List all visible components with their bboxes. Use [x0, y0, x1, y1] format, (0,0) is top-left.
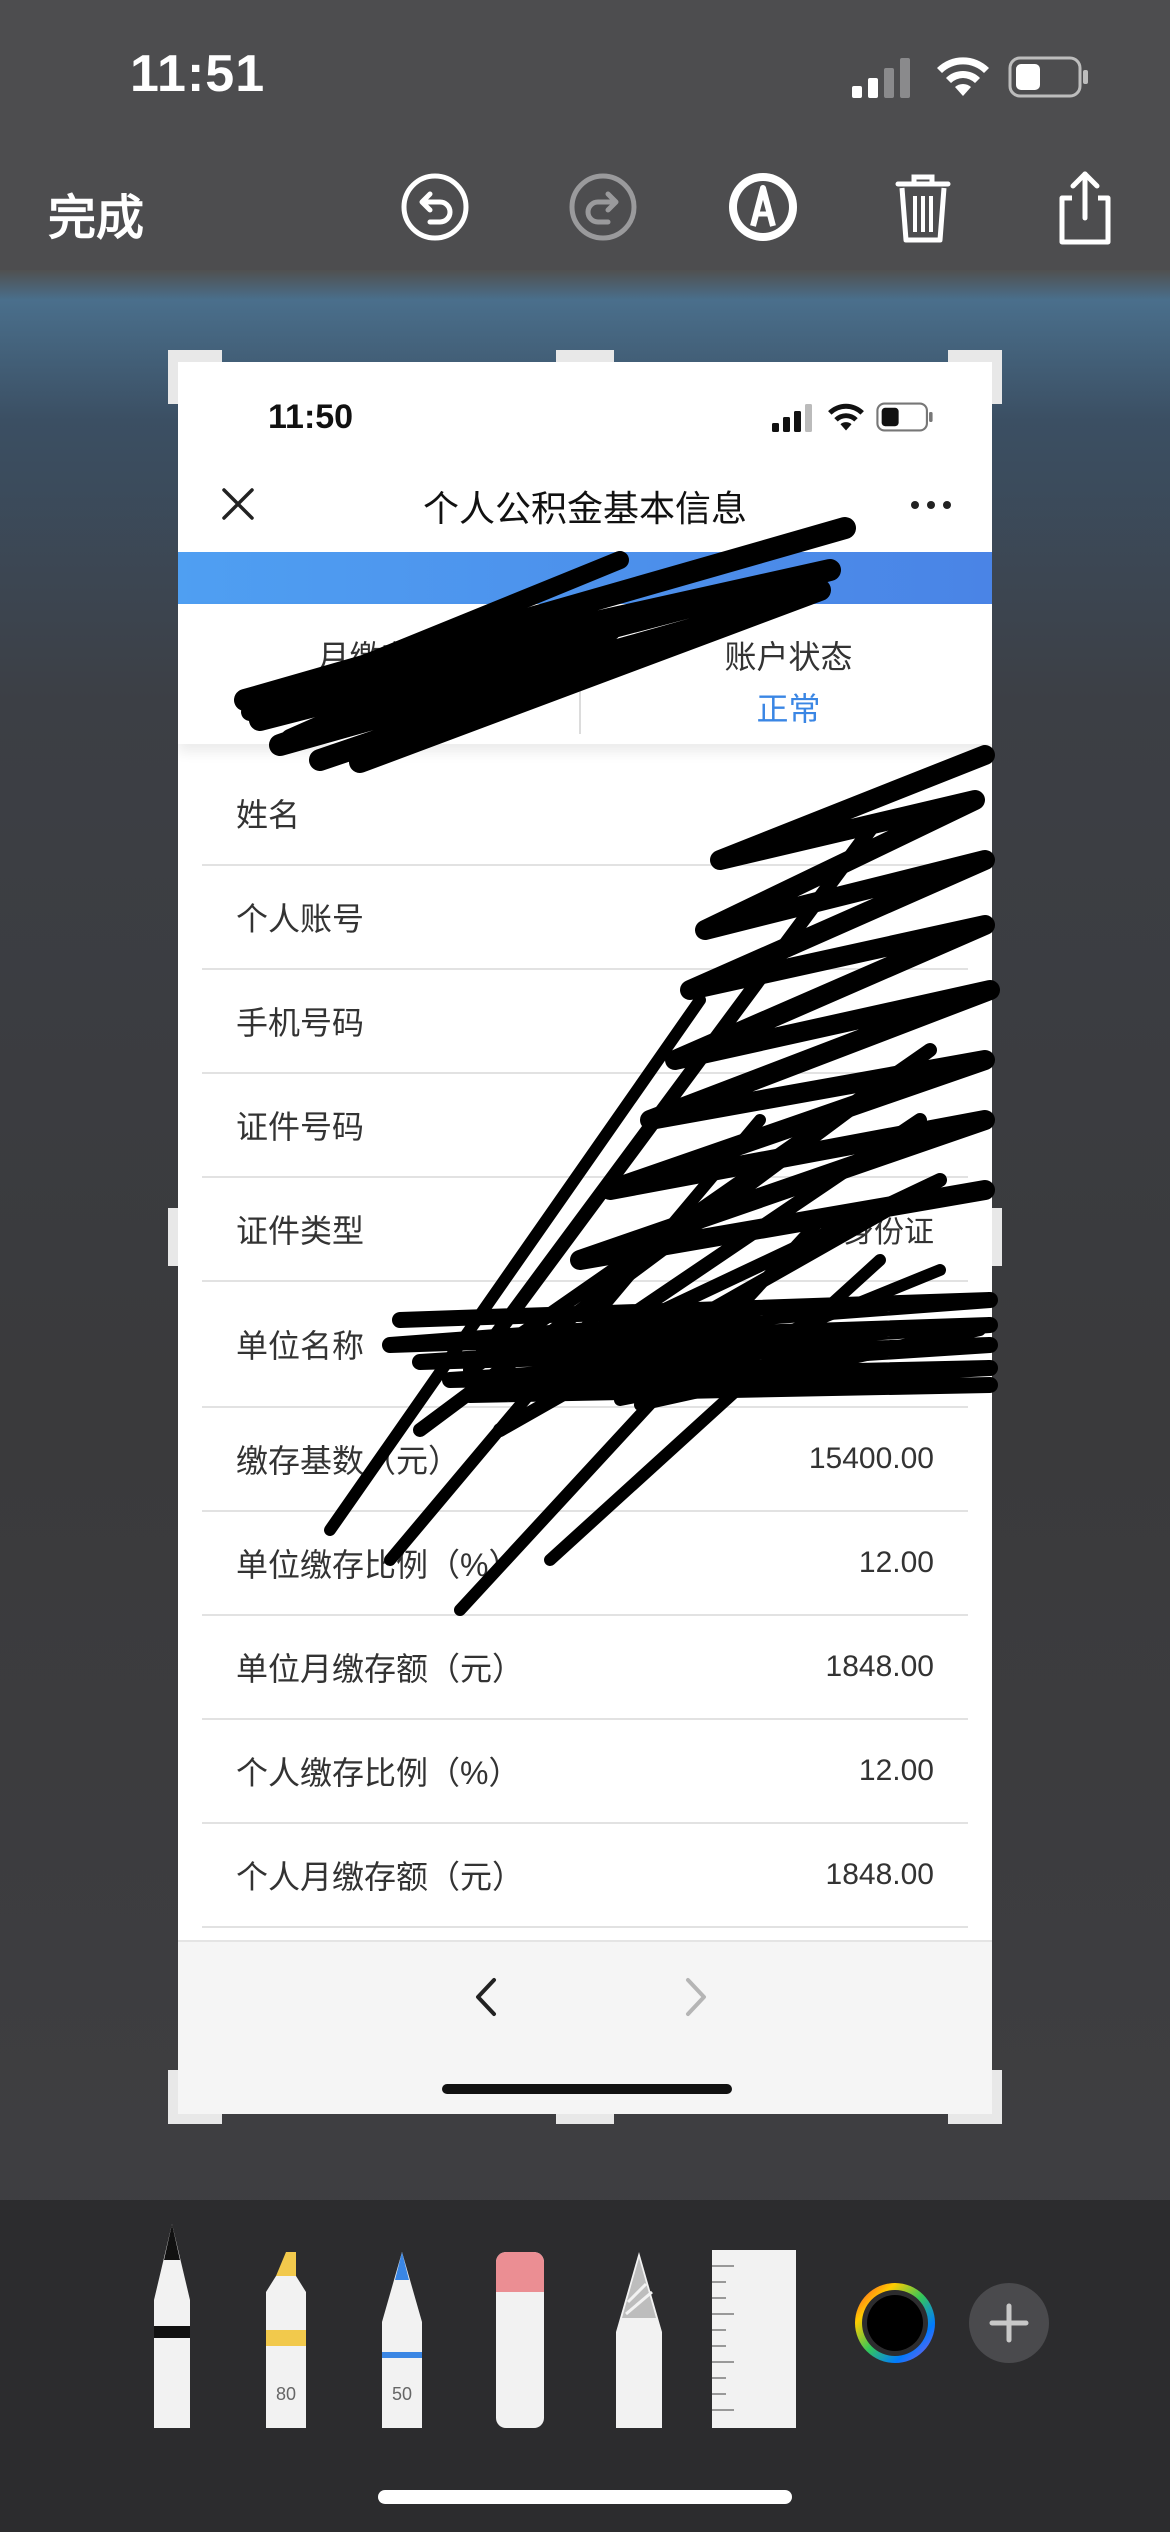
list-item: 姓名	[202, 762, 968, 866]
back-chevron-icon[interactable]	[466, 1972, 506, 2022]
header-banner	[178, 552, 992, 604]
lasso-tool-icon[interactable]	[612, 2252, 666, 2428]
inner-wifi-icon	[828, 403, 864, 431]
row-label: 证件号码	[236, 1109, 365, 1145]
inner-battery-icon	[876, 402, 933, 432]
list-item: 单位月缴存额（元） 1848.00	[202, 1616, 968, 1720]
home-indicator	[378, 2490, 792, 2504]
row-label: 个人缴存比例（%）	[236, 1755, 521, 1791]
summary-divider	[579, 644, 581, 734]
row-label: 单位月缴存额（元）	[236, 1651, 525, 1687]
more-options-icon[interactable]	[910, 500, 952, 510]
cellular-signal-icon	[852, 58, 910, 98]
status-time: 11:51	[130, 45, 266, 103]
ruler-icon[interactable]	[712, 2250, 796, 2428]
row-value: 12.00	[858, 1754, 934, 1787]
row-label: 姓名	[236, 797, 301, 833]
row-label: 缴存基数（元）	[236, 1443, 461, 1479]
trash-icon[interactable]	[884, 168, 962, 246]
row-value: 1848.00	[825, 1858, 934, 1891]
row-value: 1848.00	[825, 1650, 934, 1683]
page-title: 个人公积金基本信息	[422, 488, 747, 529]
list-item: 个人缴存比例（%） 12.00	[202, 1720, 968, 1824]
status-badge: 正常	[756, 691, 821, 727]
eraser-icon[interactable]	[494, 2252, 546, 2428]
row-label: 个人月缴存额（元）	[236, 1859, 525, 1895]
row-label: 手机号码	[236, 1005, 365, 1041]
pencil-tool[interactable]: 50	[378, 2252, 426, 2428]
list-item: 证件类型 身份证	[202, 1178, 968, 1282]
list-item: 手机号码	[202, 970, 968, 1074]
row-value: 15400.00	[808, 1442, 934, 1475]
screenshot-preview: 11:50 个人公积金基本信息 月缴存额 账户状态 正常 姓名 个人账号 手机号…	[178, 362, 992, 2114]
battery-icon	[1008, 56, 1088, 98]
inner-status-time: 11:50	[268, 398, 354, 436]
row-label: 证件类型	[236, 1213, 365, 1249]
share-icon[interactable]	[1046, 168, 1124, 246]
list-item: 单位缴存比例（%） 12.00	[202, 1512, 968, 1616]
list-item: 单位名称	[202, 1282, 968, 1408]
row-label: 单位名称	[236, 1328, 365, 1364]
summary-label: 月缴存额	[317, 639, 446, 675]
list-item: 个人月缴存额（元） 1848.00	[202, 1824, 968, 1928]
inner-signal-icon	[772, 404, 812, 432]
wifi-icon	[937, 57, 989, 96]
summary-monthly-deposit: 月缴存额	[178, 604, 585, 744]
list-item: 缴存基数（元） 15400.00	[202, 1408, 968, 1512]
markup-toolbar: 11:51 完成	[0, 0, 1170, 270]
inner-home-indicator	[442, 2084, 732, 2094]
markup-pen-icon[interactable]	[724, 168, 802, 246]
drawing-tool-palette: 80 50	[0, 2200, 1170, 2532]
row-value: 身份证	[844, 1216, 934, 1249]
info-list: 姓名 个人账号 手机号码 证件号码 证件类型 身份证 单位名称 缴存基数（元） 15…	[202, 762, 968, 1928]
summary-account-status: 账户状态 正常	[585, 604, 992, 744]
summary-label: 账户状态	[724, 639, 853, 675]
highlighter-opacity-label: 80	[275, 2384, 297, 2404]
forward-chevron-icon[interactable]	[676, 1972, 716, 2022]
row-value: 12.00	[858, 1546, 934, 1579]
undo-icon[interactable]	[396, 168, 474, 246]
color-picker-icon[interactable]	[852, 2280, 938, 2366]
row-label: 单位缴存比例（%）	[236, 1547, 521, 1583]
pen-tool-icon[interactable]	[140, 2220, 204, 2428]
highlighter-tool[interactable]: 80	[262, 2252, 310, 2428]
crop-handle-top[interactable]	[556, 350, 614, 362]
done-button[interactable]: 完成	[48, 178, 144, 248]
redo-icon[interactable]	[564, 168, 642, 246]
list-item: 个人账号	[202, 866, 968, 970]
account-summary: 月缴存额 账户状态 正常	[178, 604, 992, 744]
pencil-width-label: 50	[391, 2384, 413, 2404]
add-tool-icon[interactable]	[968, 2282, 1050, 2364]
row-label: 个人账号	[236, 901, 365, 937]
list-item: 证件号码	[202, 1074, 968, 1178]
